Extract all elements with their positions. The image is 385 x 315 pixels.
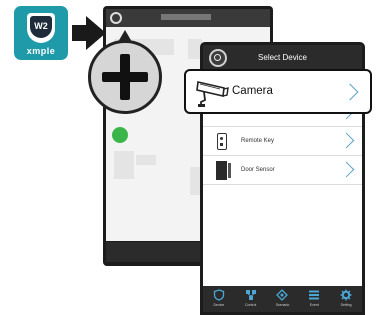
chevron-right-icon — [338, 161, 355, 178]
status-indicator — [112, 127, 128, 143]
door-sensor-label: Door Sensor — [241, 167, 275, 173]
tab-device[interactable]: Device — [205, 289, 233, 307]
main-topbar — [106, 9, 270, 27]
list-item-remote-key[interactable]: Remote Key — [203, 128, 362, 156]
logo-brand-text: xmple — [26, 46, 56, 56]
plus-icon-bar — [102, 72, 148, 82]
main-title-placeholder — [161, 14, 211, 20]
gear-icon — [340, 289, 352, 301]
tab-label: Device — [213, 303, 225, 307]
diamond-icon — [276, 289, 289, 301]
zoom-bubble — [88, 40, 162, 114]
page-title: Select Device — [258, 53, 307, 62]
select-device-header: Select Device — [203, 45, 362, 71]
list-item-camera[interactable]: Camera — [184, 69, 372, 114]
shield-icon — [213, 289, 225, 301]
remote-key-label: Remote Key — [241, 138, 275, 144]
tab-event[interactable]: Event — [300, 289, 328, 307]
tab-label: Setting — [340, 303, 352, 307]
list-item-door-sensor[interactable]: Door Sensor — [203, 157, 362, 185]
tab-label: Scenario — [275, 303, 290, 307]
tab-label: Event — [309, 303, 319, 307]
tab-label: Control — [245, 303, 257, 307]
camera-label: Camera — [232, 85, 273, 97]
content-block — [136, 155, 156, 165]
tab-scenario[interactable]: Scenario — [268, 289, 296, 307]
chevron-right-icon — [338, 132, 355, 149]
door-sensor-icon — [216, 161, 231, 180]
chevron-right-icon — [341, 83, 359, 101]
content-block — [190, 167, 200, 195]
arrow-right-icon — [72, 25, 86, 41]
remote-key-icon — [217, 133, 227, 150]
logo-badge-text: W2 — [30, 16, 52, 38]
content-block — [114, 151, 134, 179]
list-icon — [309, 290, 320, 300]
network-icon — [245, 290, 256, 300]
app-logo: W2 xmple — [14, 6, 68, 60]
camera-icon — [196, 81, 229, 107]
shield-icon: W2 — [27, 13, 55, 43]
tab-control[interactable]: Control — [237, 289, 265, 307]
tab-setting[interactable]: Setting — [332, 289, 360, 307]
add-button[interactable] — [110, 12, 122, 24]
bottom-nav: Device Control Scenario Event Setting — [203, 286, 362, 312]
